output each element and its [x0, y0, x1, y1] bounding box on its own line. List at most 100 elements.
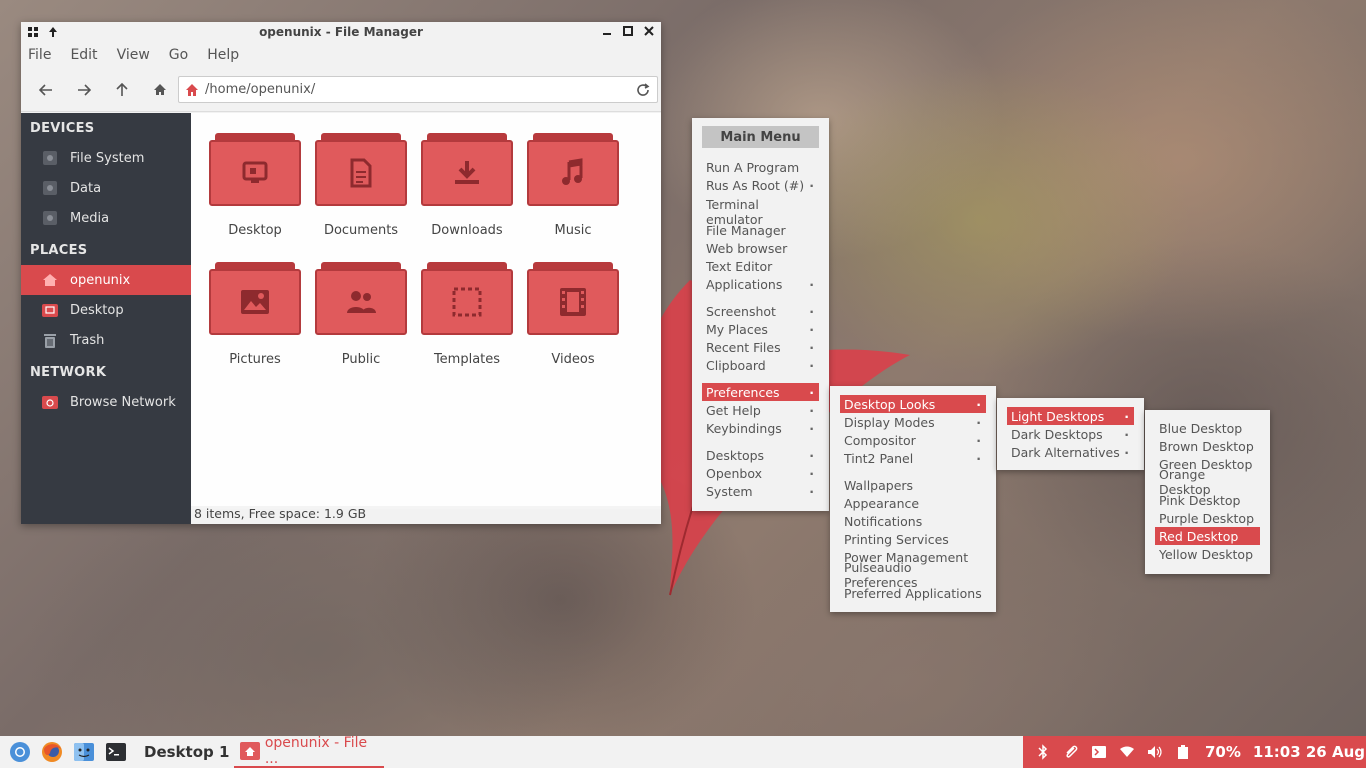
menu-item-desktop-looks[interactable]: Desktop Looks [840, 395, 986, 413]
menu-item-recent-files[interactable]: Recent Files [702, 338, 819, 356]
battery-percentage: 70% [1205, 743, 1241, 761]
sidebar-item-browse-network[interactable]: Browse Network [21, 387, 191, 417]
menu-item-tint2-panel[interactable]: Tint2 Panel [840, 449, 986, 467]
reload-icon[interactable] [635, 82, 651, 98]
back-arrow-icon[interactable] [35, 79, 57, 101]
close-icon[interactable] [643, 24, 655, 38]
menu-item-preferences[interactable]: Preferences [702, 383, 819, 401]
menu-item-web-browser[interactable]: Web browser [702, 239, 819, 257]
menu-item-orange-desktop[interactable]: Orange Desktop [1155, 467, 1260, 497]
menu-help[interactable]: Help [207, 47, 239, 63]
menu-item-notifications[interactable]: Notifications [840, 512, 986, 530]
sidebar-item-data[interactable]: Data [21, 173, 191, 203]
terminal-icon[interactable] [104, 740, 128, 764]
menu-item-wallpapers[interactable]: Wallpapers [840, 476, 986, 494]
folder-label: Public [341, 352, 381, 367]
menu-item-my-places[interactable]: My Places [702, 320, 819, 338]
menu-item-system[interactable]: System [702, 482, 819, 500]
folder-pictures[interactable]: Pictures [202, 262, 308, 379]
maximize-icon[interactable] [622, 24, 634, 38]
desktop-switcher-label[interactable]: Desktop 1 [144, 743, 229, 761]
chromium-icon[interactable] [8, 740, 32, 764]
main-menu: Main Menu Run A Program Rus As Root (#) … [692, 118, 829, 511]
folder-documents[interactable]: Documents [308, 133, 414, 250]
menu-item-pink-desktop[interactable]: Pink Desktop [1155, 491, 1260, 509]
menu-item-blue-desktop[interactable]: Blue Desktop [1155, 419, 1260, 437]
sidebar-item-label: Browse Network [70, 394, 176, 410]
menu-item-terminal-emulator[interactable]: Terminal emulator [702, 197, 819, 227]
menu-item-preferred-applications[interactable]: Preferred Applications [840, 584, 986, 602]
folder-desktop[interactable]: Desktop [202, 133, 308, 250]
menu-view[interactable]: View [117, 47, 150, 63]
menu-item-red-desktop[interactable]: Red Desktop [1155, 527, 1260, 545]
file-manager-launcher-icon[interactable] [72, 740, 96, 764]
taskbar-task-file-manager[interactable]: openunix - File ... [234, 735, 384, 768]
menu-item-compositor[interactable]: Compositor [840, 431, 986, 449]
folder-downloads[interactable]: Downloads [414, 133, 520, 250]
sidebar: DEVICES File System Data Media PLACES op… [21, 113, 191, 524]
title-bar[interactable]: openunix - File Manager [21, 22, 661, 42]
menu-item-screenshot[interactable]: Screenshot [702, 302, 819, 320]
sidebar-item-trash[interactable]: Trash [21, 325, 191, 355]
volume-icon[interactable] [1141, 736, 1169, 768]
folder-icon [527, 133, 619, 206]
clock[interactable]: 11:03 26 Aug [1253, 743, 1365, 761]
folder-icon [315, 133, 407, 206]
bluetooth-icon[interactable] [1029, 736, 1057, 768]
task-label: openunix - File ... [264, 735, 368, 767]
menu-item-keybindings[interactable]: Keybindings [702, 419, 819, 437]
menu-file[interactable]: File [28, 47, 51, 63]
monitor-icon [242, 161, 268, 183]
menu-item-pulseaudio-preferences[interactable]: Pulseaudio Preferences [840, 560, 986, 590]
folder-music[interactable]: Music [520, 133, 626, 250]
menu-go[interactable]: Go [169, 47, 188, 63]
terminal-tray-icon[interactable] [1085, 736, 1113, 768]
menu-item-light-desktops[interactable]: Light Desktops [1007, 407, 1134, 425]
menu-item-dark-desktops[interactable]: Dark Desktops [1007, 425, 1134, 443]
sidebar-item-file-system[interactable]: File System [21, 143, 191, 173]
folder-public[interactable]: Public [308, 262, 414, 379]
up-arrow-icon[interactable] [111, 79, 133, 101]
paperclip-icon[interactable] [1057, 736, 1085, 768]
desktop-looks-submenu: Light Desktops Dark Desktops Dark Altern… [997, 398, 1144, 470]
menu-item-applications[interactable]: Applications [702, 275, 819, 293]
wifi-icon[interactable] [1113, 736, 1141, 768]
sidebar-item-media[interactable]: Media [21, 203, 191, 233]
menu-item-yellow-desktop[interactable]: Yellow Desktop [1155, 545, 1260, 563]
menu-item-run-a-program[interactable]: Run A Program [702, 158, 819, 176]
menu-item-openbox[interactable]: Openbox [702, 464, 819, 482]
menu-item-dark-alternatives[interactable]: Dark Alternatives [1007, 443, 1134, 461]
menu-item-display-modes[interactable]: Display Modes [840, 413, 986, 431]
menu-item-appearance[interactable]: Appearance [840, 494, 986, 512]
folder-icon [209, 133, 301, 206]
menu-item-file-manager[interactable]: File Manager [702, 221, 819, 239]
window-menu-icon[interactable] [27, 25, 39, 39]
menu-edit[interactable]: Edit [70, 47, 97, 63]
sidebar-item-desktop[interactable]: Desktop [21, 295, 191, 325]
menu-item-purple-desktop[interactable]: Purple Desktop [1155, 509, 1260, 527]
keep-above-icon[interactable] [47, 25, 59, 39]
menu-bar: File Edit View Go Help [21, 42, 661, 68]
home-icon[interactable] [149, 79, 171, 101]
folder-videos[interactable]: Videos [520, 262, 626, 379]
battery-icon[interactable] [1169, 736, 1197, 768]
menu-item-desktops[interactable]: Desktops [702, 446, 819, 464]
sidebar-item-openunix[interactable]: openunix [21, 265, 191, 295]
menu-item-get-help[interactable]: Get Help [702, 401, 819, 419]
folder-label: Downloads [431, 223, 503, 238]
menu-item-printing-services[interactable]: Printing Services [840, 530, 986, 548]
folder-templates[interactable]: Templates [414, 262, 520, 379]
folder-icon [315, 262, 407, 335]
taskbar: Desktop 1 openunix - File ... 70% 11:03 … [0, 735, 1366, 768]
people-icon [347, 291, 376, 313]
menu-item-clipboard[interactable]: Clipboard [702, 356, 819, 374]
sidebar-item-label: openunix [70, 272, 131, 288]
location-bar[interactable]: /home/openunix/ [178, 76, 658, 103]
forward-arrow-icon[interactable] [73, 79, 95, 101]
home-icon [41, 271, 59, 289]
firefox-icon[interactable] [40, 740, 64, 764]
menu-item-run-as-root[interactable]: Rus As Root (#) [702, 176, 819, 194]
menu-item-brown-desktop[interactable]: Brown Desktop [1155, 437, 1260, 455]
minimize-icon[interactable] [601, 24, 613, 38]
menu-item-text-editor[interactable]: Text Editor [702, 257, 819, 275]
